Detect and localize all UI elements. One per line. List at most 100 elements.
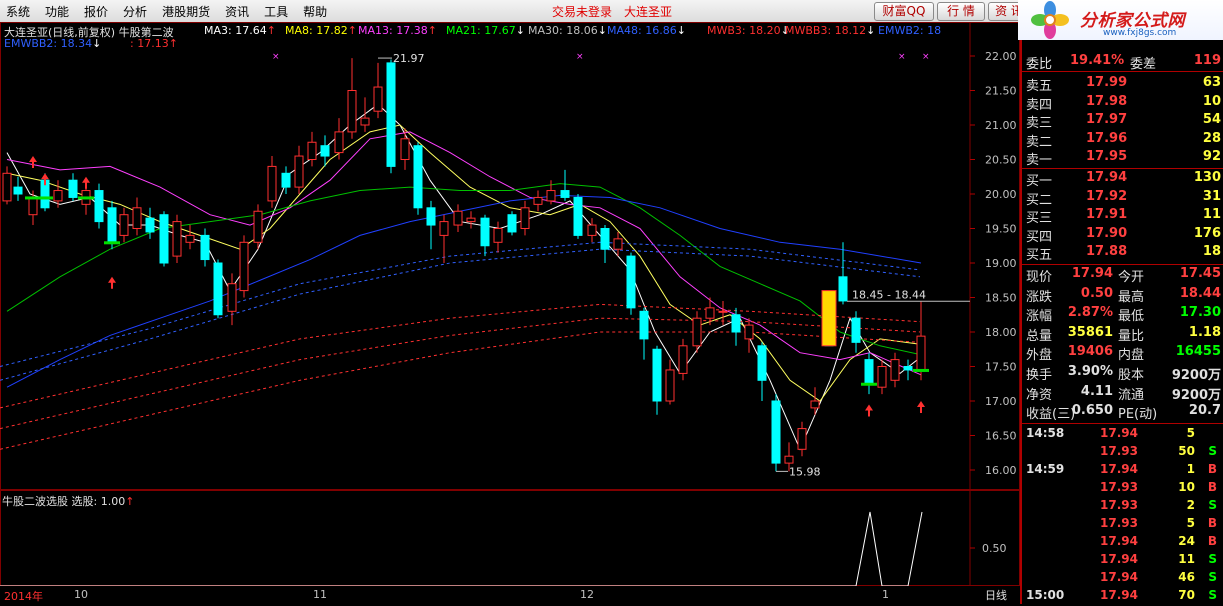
diff-value: 119 bbox=[1193, 53, 1221, 68]
tick-row: 14:59 17.94 1 B bbox=[1026, 462, 1223, 480]
signal-marker bbox=[104, 241, 120, 245]
candle bbox=[185, 225, 195, 250]
candle bbox=[877, 359, 887, 395]
login-status[interactable]: 交易未登录 bbox=[552, 3, 612, 20]
candle bbox=[916, 301, 926, 381]
quote-value: 4.11 bbox=[1080, 383, 1113, 399]
tick-row: 15:00 17.94 70 S bbox=[1026, 588, 1223, 606]
ratio-value: 19.41% bbox=[1070, 53, 1125, 68]
bid-row[interactable]: 买二 17.92 31 bbox=[1026, 188, 1223, 208]
indicator-pane[interactable]: 0.50 bbox=[0, 490, 1020, 586]
ask-row[interactable]: 卖五 17.99 63 bbox=[1026, 75, 1223, 94]
tick-price: 17.94 bbox=[1100, 462, 1138, 476]
ask-volume: 92 bbox=[1202, 149, 1221, 164]
price-tick-label: 17.00 bbox=[985, 395, 1017, 408]
menu-function[interactable]: 功能 bbox=[39, 3, 78, 20]
tick-side: S bbox=[1208, 444, 1217, 458]
ask-label: 卖一 bbox=[1026, 153, 1053, 168]
candle bbox=[81, 187, 91, 215]
ask-price: 17.99 bbox=[1086, 75, 1128, 90]
candle bbox=[678, 338, 688, 381]
ask-row[interactable]: 卖三 17.97 54 bbox=[1026, 112, 1223, 131]
divider bbox=[1022, 168, 1223, 169]
menu-help[interactable]: 帮助 bbox=[297, 3, 336, 20]
ask-row[interactable]: 卖二 17.96 28 bbox=[1026, 131, 1223, 150]
menu-analysis[interactable]: 分析 bbox=[117, 3, 156, 20]
candle bbox=[546, 180, 556, 205]
menu-hk-futures[interactable]: 港股期货 bbox=[156, 3, 219, 20]
candle bbox=[771, 394, 781, 472]
tick-time: 15:00 bbox=[1026, 588, 1065, 602]
band-line bbox=[0, 303, 921, 409]
band-line bbox=[0, 331, 921, 450]
quote-label: 最低 bbox=[1118, 309, 1145, 325]
ratio-label: 委比 bbox=[1026, 57, 1053, 72]
candle bbox=[334, 118, 344, 160]
candle bbox=[94, 183, 104, 229]
candle bbox=[426, 200, 436, 250]
tick-time: 14:59 bbox=[1026, 462, 1065, 476]
candle bbox=[347, 58, 357, 139]
menu-quote[interactable]: 报价 bbox=[78, 3, 117, 20]
quote-value: 1.18 bbox=[1188, 324, 1221, 340]
candle bbox=[757, 342, 767, 401]
date-label-oct: 10 bbox=[74, 588, 88, 601]
buy-signal-icon bbox=[917, 401, 925, 413]
date-label-year: 2014年 bbox=[4, 590, 43, 603]
menu-info[interactable]: 资讯 bbox=[219, 3, 258, 20]
candle bbox=[2, 166, 12, 205]
candle bbox=[480, 214, 490, 257]
quote-value: 17.94 bbox=[1071, 266, 1113, 281]
signal-line bbox=[0, 511, 923, 586]
indicator-arrow: ↑ bbox=[125, 495, 135, 508]
caifu-qq-button[interactable]: 财富QQ bbox=[874, 2, 934, 21]
market-button[interactable]: 行 情 bbox=[937, 2, 985, 21]
tick-row: 17.94 46 S bbox=[1026, 570, 1223, 588]
tick-row: 17.93 5 B bbox=[1026, 516, 1223, 534]
candle bbox=[13, 176, 23, 201]
ask-row[interactable]: 卖一 17.95 92 bbox=[1026, 149, 1223, 168]
ask-volume: 54 bbox=[1202, 112, 1221, 127]
low-annotation: 15.98 bbox=[789, 465, 821, 478]
tick-price: 17.93 bbox=[1100, 444, 1138, 458]
quote-value: 17.45 bbox=[1179, 266, 1221, 281]
quote-value: 9200万 bbox=[1171, 387, 1221, 403]
buy-signal-icon bbox=[108, 276, 116, 289]
price-tick-label: 21.50 bbox=[985, 85, 1017, 98]
bid-row[interactable]: 买三 17.91 11 bbox=[1026, 207, 1223, 226]
date-axis: 2014年 10 11 12 1 bbox=[0, 586, 1020, 604]
menu-system[interactable]: 系统 bbox=[0, 3, 39, 20]
candle bbox=[307, 131, 317, 167]
tick-volume: 5 bbox=[1186, 426, 1195, 440]
tick-time: 14:58 bbox=[1026, 426, 1065, 440]
candle bbox=[493, 221, 503, 253]
candlestick-chart[interactable]: 22.00 21.50 21.00 20.50 20.00 19.50 19.00 18.50… bbox=[0, 22, 1020, 490]
buy-signal-icon bbox=[865, 404, 873, 417]
tick-volume: 50 bbox=[1178, 444, 1195, 458]
bid-price: 17.92 bbox=[1086, 188, 1128, 204]
bid-row[interactable]: 买四 17.90 176 bbox=[1026, 226, 1223, 245]
tick-side: S bbox=[1208, 552, 1217, 566]
bid-price: 17.91 bbox=[1086, 207, 1128, 222]
quote-label: 收益(三) bbox=[1026, 407, 1076, 423]
candle bbox=[864, 352, 874, 395]
candle bbox=[227, 273, 237, 326]
candle bbox=[239, 235, 249, 298]
tick-volume: 11 bbox=[1178, 552, 1195, 566]
ask-row[interactable]: 卖四 17.98 10 bbox=[1026, 94, 1223, 113]
menu-tools[interactable]: 工具 bbox=[258, 3, 297, 20]
quote-label: 换手 bbox=[1026, 368, 1053, 383]
bid-volume: 130 bbox=[1193, 170, 1221, 185]
bid-row[interactable]: 买一 17.94 130 bbox=[1026, 170, 1223, 189]
candle bbox=[267, 156, 277, 208]
period-button[interactable]: 日线 bbox=[985, 587, 1007, 603]
ask-label: 卖二 bbox=[1026, 134, 1053, 150]
quote-value: 35861 bbox=[1067, 324, 1113, 340]
quote-label: 流通 bbox=[1118, 387, 1145, 403]
tick-volume: 1 bbox=[1186, 462, 1195, 476]
tick-side: B bbox=[1207, 534, 1217, 548]
tick-row: 17.94 24 B bbox=[1026, 534, 1223, 552]
candle bbox=[810, 387, 820, 415]
bid-row[interactable]: 买五 17.88 18 bbox=[1026, 244, 1223, 263]
ask-price: 17.95 bbox=[1086, 149, 1128, 164]
